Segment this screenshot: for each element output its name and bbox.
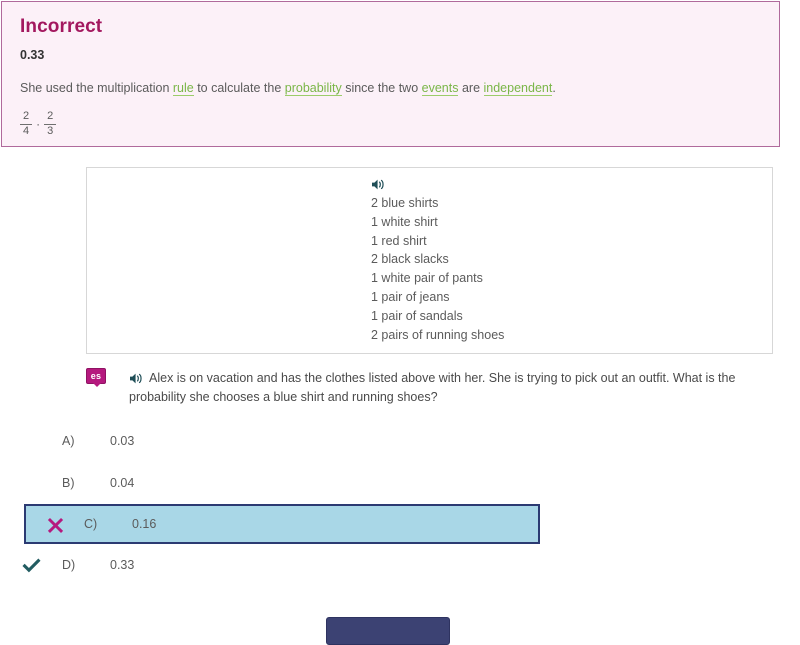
feedback-panel: Incorrect 0.33 She used the multiplicati… <box>1 1 780 147</box>
question-text: Alex is on vacation and has the clothes … <box>129 371 736 404</box>
glossary-link-events[interactable]: events <box>421 81 459 96</box>
explanation-text-1: She used the multiplication <box>20 81 173 95</box>
feedback-explanation: She used the multiplication rule to calc… <box>20 80 761 97</box>
explanation-text-2: to calculate the <box>193 81 285 95</box>
correct-check-icon <box>21 556 42 575</box>
feedback-title: Incorrect <box>20 16 103 37</box>
option-value-c: 0.16 <box>132 517 157 531</box>
glossary-link-rule[interactable]: rule <box>172 81 194 96</box>
list-item: 2 black slacks <box>371 252 449 267</box>
option-value-d: 0.33 <box>110 558 135 572</box>
list-item: 1 white shirt <box>371 214 438 229</box>
option-mark-c <box>26 515 84 534</box>
feedback-correct-answer: 0.33 <box>20 48 45 62</box>
glossary-link-independent[interactable]: independent <box>483 81 553 96</box>
list-item: 2 blue shirts <box>371 196 439 210</box>
options-list: A) 0.03 B) 0.04 C) 0.16 D) 0.33 <box>0 420 800 586</box>
explanation-text-5: . <box>552 81 556 95</box>
math-expression: 2 4 · 2 3 <box>20 110 761 138</box>
fraction-two-denominator: 3 <box>44 123 57 138</box>
fraction-one: 2 4 <box>20 110 33 138</box>
speaker-icon[interactable] <box>129 372 144 385</box>
option-row-b[interactable]: B) 0.04 <box>0 462 800 504</box>
option-mark-d <box>0 556 62 575</box>
option-value-a: 0.03 <box>110 434 135 448</box>
fraction-two-numerator: 2 <box>47 110 54 122</box>
clothes-list: 2 blue shirts 1 white shirt 1 red shirt … <box>371 194 504 344</box>
option-row-d[interactable]: D) 0.33 <box>0 544 800 586</box>
option-letter-d: D) <box>62 558 76 572</box>
translate-spanish-badge[interactable]: es <box>86 368 106 387</box>
stimulus-content: 2 blue shirts 1 white shirt 1 red shirt … <box>371 176 504 344</box>
list-item: 2 pairs of running shoes <box>371 327 505 342</box>
multiplication-operator: · <box>36 117 41 132</box>
glossary-link-probability[interactable]: probability <box>284 81 342 96</box>
fraction-one-numerator: 2 <box>23 110 30 122</box>
list-item: 1 red shirt <box>371 233 427 248</box>
option-letter-b: B) <box>62 476 75 490</box>
option-value-b: 0.04 <box>110 476 135 490</box>
fraction-one-denominator: 4 <box>20 123 33 138</box>
option-row-a[interactable]: A) 0.03 <box>0 420 800 462</box>
list-item: 1 pair of sandals <box>371 308 463 323</box>
explanation-text-4: are <box>458 81 484 95</box>
option-letter-a: A) <box>62 434 75 448</box>
option-letter-c: C) <box>84 517 98 531</box>
fraction-two: 2 3 <box>44 110 57 138</box>
submit-button[interactable] <box>326 617 450 645</box>
stimulus-box: 2 blue shirts 1 white shirt 1 red shirt … <box>86 167 773 354</box>
list-item: 1 pair of jeans <box>371 289 450 304</box>
list-item: 1 white pair of pants <box>371 271 483 286</box>
question-body: Alex is on vacation and has the clothes … <box>129 369 754 407</box>
incorrect-x-icon <box>46 515 65 534</box>
speaker-icon[interactable] <box>371 178 386 191</box>
explanation-text-3: since the two <box>341 81 422 95</box>
option-row-c[interactable]: C) 0.16 <box>24 504 540 544</box>
